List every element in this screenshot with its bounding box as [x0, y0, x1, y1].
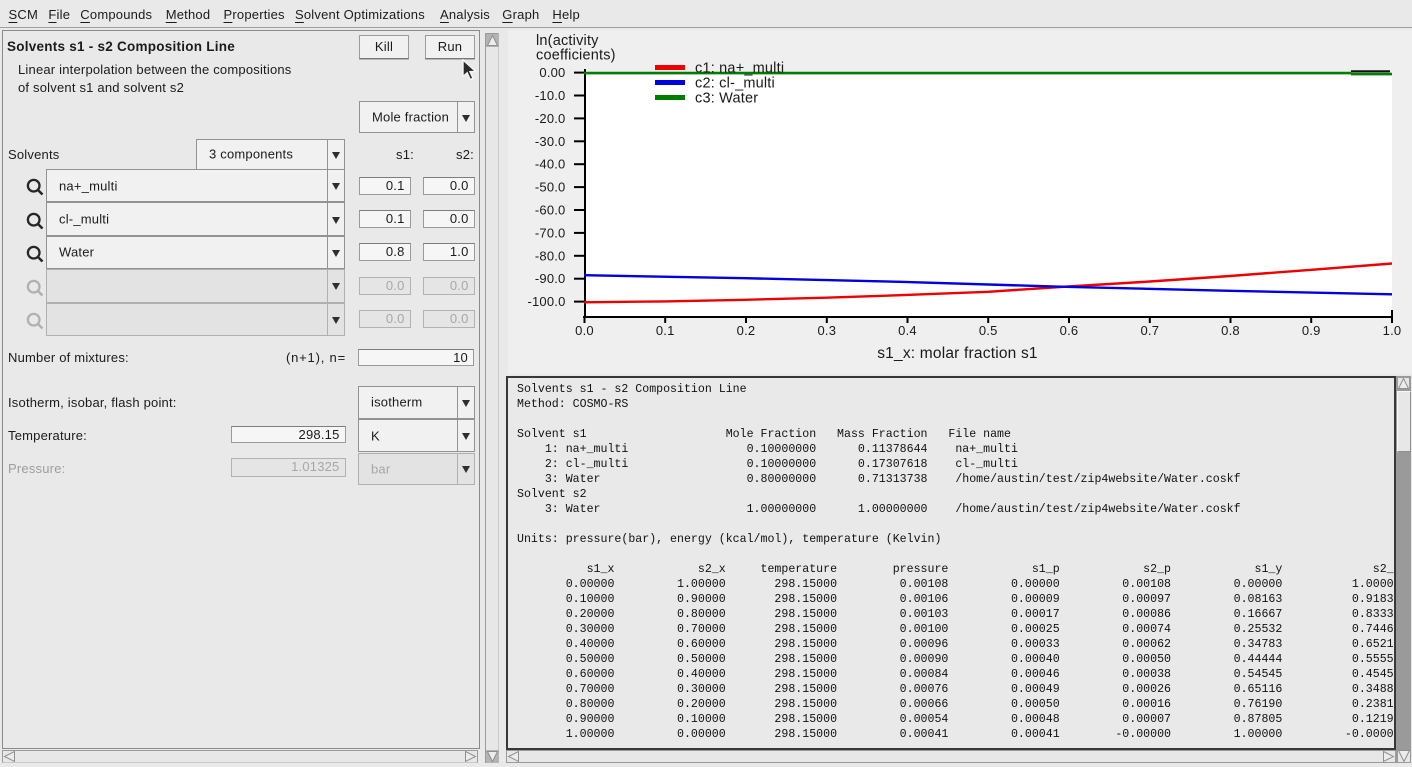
svg-text:-30.0: -30.0: [535, 134, 566, 149]
svg-text:-60.0: -60.0: [535, 203, 566, 218]
svg-text:0.4: 0.4: [898, 323, 917, 338]
svg-text:0.5: 0.5: [979, 323, 998, 338]
svg-text:-70.0: -70.0: [535, 225, 566, 240]
svg-text:coefficients): coefficients): [536, 48, 616, 64]
svg-text:0.6: 0.6: [1060, 323, 1079, 338]
svg-text:0.00: 0.00: [539, 65, 565, 80]
svg-text:s1_x: molar fraction s1: s1_x: molar fraction s1: [877, 345, 1038, 362]
svg-text:-100.0: -100.0: [527, 294, 565, 309]
svg-text:0.8: 0.8: [1221, 323, 1240, 338]
svg-text:-20.0: -20.0: [535, 111, 566, 126]
svg-text:0.0: 0.0: [575, 323, 594, 338]
svg-text:-40.0: -40.0: [535, 157, 566, 172]
svg-text:1.0: 1.0: [1383, 323, 1402, 338]
svg-text:0.1: 0.1: [656, 323, 675, 338]
svg-text:-10.0: -10.0: [535, 88, 566, 103]
svg-text:-90.0: -90.0: [535, 271, 566, 286]
svg-text:-80.0: -80.0: [535, 248, 566, 263]
svg-text:0.9: 0.9: [1302, 323, 1321, 338]
svg-text:0.3: 0.3: [817, 323, 836, 338]
svg-text:0.2: 0.2: [737, 323, 756, 338]
svg-text:-50.0: -50.0: [535, 180, 566, 195]
svg-text:c1: na+_multi: c1: na+_multi: [695, 61, 784, 77]
svg-text:c2: cl-_multi: c2: cl-_multi: [695, 76, 775, 92]
svg-text:c3: Water: c3: Water: [695, 91, 758, 107]
svg-text:0.7: 0.7: [1140, 323, 1159, 338]
